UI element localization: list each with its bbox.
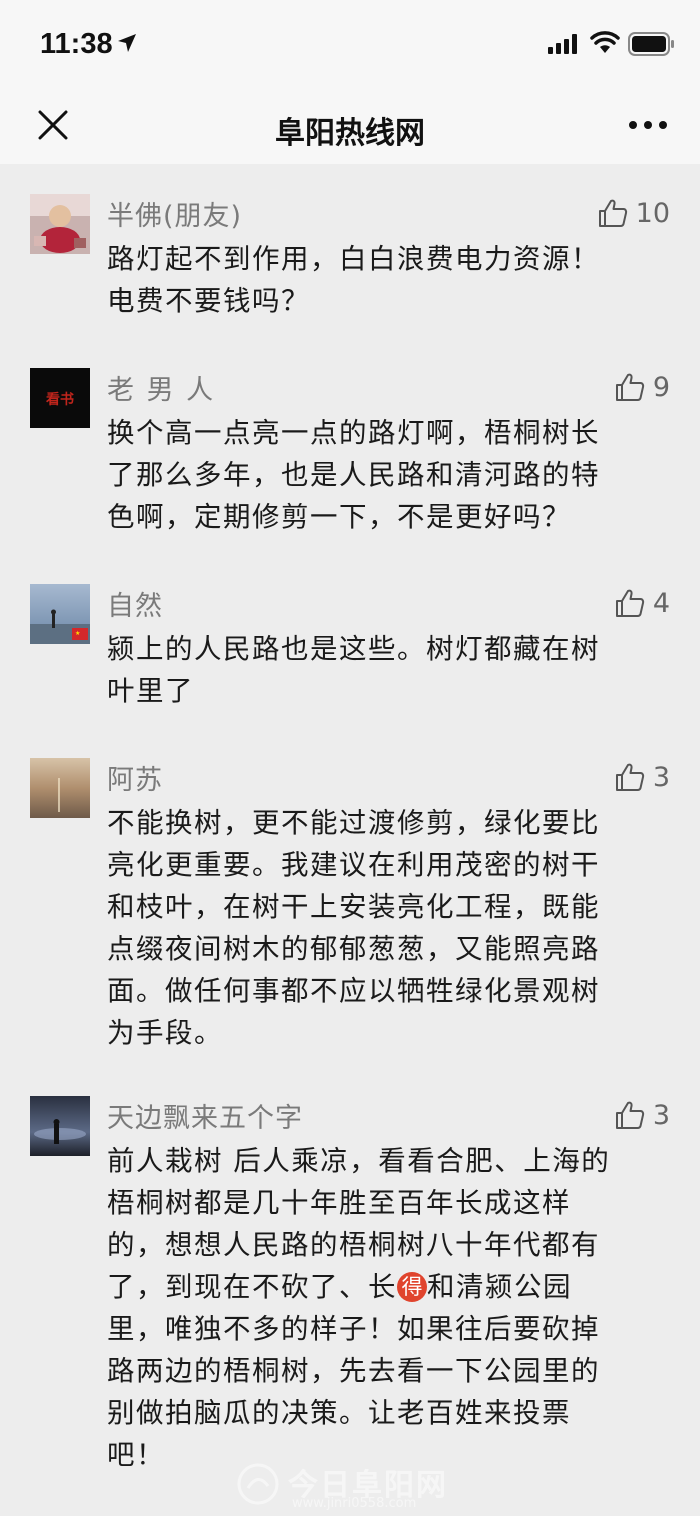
comment-line: 叶里了: [107, 675, 194, 707]
comment-text: 前人栽树 后人乘凉，看看合肥、上海的 梧桐树都是几十年胜至百年长成这样 的，想想…: [107, 1140, 663, 1476]
commenter-name: 自然: [107, 591, 163, 622]
comment-line: 颍上的人民路也是这些。树灯都藏在树: [107, 633, 600, 665]
commenter-name: 老 男 人: [107, 375, 216, 406]
thumbs-up-icon: [615, 1101, 644, 1129]
thumbs-up-icon: [615, 763, 644, 791]
comment-line: 路两边的梧桐树，先去看一下公园里的: [107, 1355, 600, 1387]
like-button[interactable]: 9: [615, 367, 670, 407]
comment-line: 不能换树，更不能过渡修剪，绿化要比: [107, 807, 600, 839]
comment-line: 面。做任何事都不应以牺牲绿化景观树: [107, 975, 600, 1007]
comment-line: 了，到现在不砍了、长得和清颍公园: [107, 1266, 663, 1308]
comment-line: 前人栽树 后人乘凉，看看合肥、上海的: [107, 1145, 611, 1177]
comment-line: 点缀夜间树木的郁郁葱葱，又能照亮路: [107, 933, 600, 965]
svg-text:★: ★: [75, 630, 80, 637]
comment-item: 阿苏 3 不能换树，更不能过渡修剪，绿化要比 亮化更重要。我建议在利用茂密的树干…: [0, 758, 700, 1058]
comment-line: 为手段。: [107, 1017, 223, 1049]
like-button[interactable]: 4: [615, 583, 670, 623]
avatar: [30, 758, 90, 818]
thumbs-up-icon: [615, 589, 644, 617]
comment-line: 换个高一点亮一点的路灯啊，梧桐树长: [107, 417, 600, 449]
status-time: 11:38: [40, 28, 113, 60]
comment-text: 路灯起不到作用，白白浪费电力资源！ 电费不要钱吗？: [107, 238, 663, 322]
comment-fragment: 和清颍公园: [427, 1271, 572, 1303]
like-count: 4: [652, 587, 670, 619]
location-arrow-icon: [118, 34, 136, 52]
avatar: ★: [30, 584, 90, 644]
comment-line: 亮化更重要。我建议在利用茂密的树干: [107, 849, 600, 881]
status-bar: 11:38: [0, 0, 700, 88]
commenter-name: 天边飘来五个字: [107, 1103, 303, 1134]
commenter-name: 半佛(朋友): [107, 201, 243, 232]
emoji-de-icon: 得: [397, 1272, 427, 1302]
like-button[interactable]: 3: [615, 757, 670, 797]
like-count: 3: [652, 761, 670, 793]
comment-line: 路灯起不到作用，白白浪费电力资源！: [107, 243, 600, 275]
comment-item: 看书 老 男 人 9 换个高一点亮一点的路灯啊，梧桐树长 了那么多年，也是人民路…: [0, 368, 700, 538]
thumbs-up-icon: [615, 373, 644, 401]
cellular-signal-icon: [548, 34, 577, 54]
page-title: 阜阳热线网: [275, 116, 425, 151]
comment-line: 色啊，定期修剪一下，不是更好吗？: [107, 501, 571, 533]
comment-line: 了那么多年，也是人民路和清河路的特: [107, 459, 600, 491]
comment-item: 半佛(朋友) 10 路灯起不到作用，白白浪费电力资源！ 电费不要钱吗？: [0, 194, 700, 324]
comment-line: 梧桐树都是几十年胜至百年长成这样: [107, 1187, 571, 1219]
comment-item: 天边飘来五个字 3 前人栽树 后人乘凉，看看合肥、上海的 梧桐树都是几十年胜至百…: [0, 1096, 700, 1476]
comment-line: 里，唯独不多的样子！如果往后要砍掉: [107, 1313, 600, 1345]
more-icon[interactable]: [628, 120, 668, 130]
like-button[interactable]: 3: [615, 1095, 670, 1135]
like-count: 9: [652, 371, 670, 403]
avatar: 看书: [30, 368, 90, 428]
commenter-name: 阿苏: [107, 765, 163, 796]
like-count: 10: [635, 197, 670, 229]
like-button[interactable]: 10: [598, 193, 670, 233]
comment-item: ★ 自然 4 颍上的人民路也是这些。树灯都藏在树 叶里了: [0, 584, 700, 714]
comment-text: 颍上的人民路也是这些。树灯都藏在树 叶里了: [107, 628, 663, 712]
avatar: [30, 1096, 90, 1156]
watermark-logo-icon: [237, 1463, 279, 1505]
comment-line: 和枝叶，在树干上安装亮化工程，既能: [107, 891, 600, 923]
watermark-url: www.jinri0558.com: [292, 1496, 417, 1511]
comment-text: 不能换树，更不能过渡修剪，绿化要比 亮化更重要。我建议在利用茂密的树干 和枝叶，…: [107, 802, 663, 1054]
thumbs-up-icon: [598, 199, 627, 227]
comment-fragment: 了，到现在不砍了、长: [107, 1271, 397, 1303]
comment-line: 别做拍脑瓜的决策。让老百姓来投票: [107, 1397, 571, 1429]
avatar: [30, 194, 90, 254]
wifi-icon: [590, 31, 620, 53]
avatar-text: 看书: [45, 391, 74, 408]
like-count: 3: [652, 1099, 670, 1131]
watermark: 今日阜阳网 www.jinri0558.com: [236, 1460, 486, 1512]
battery-icon: [628, 32, 674, 56]
comment-line: 的，想想人民路的梧桐树八十年代都有: [107, 1229, 600, 1261]
nav-bar: 阜阳热线网: [0, 88, 700, 164]
comment-text: 换个高一点亮一点的路灯啊，梧桐树长 了那么多年，也是人民路和清河路的特 色啊，定…: [107, 412, 663, 538]
comment-line: 电费不要钱吗？: [107, 285, 310, 317]
